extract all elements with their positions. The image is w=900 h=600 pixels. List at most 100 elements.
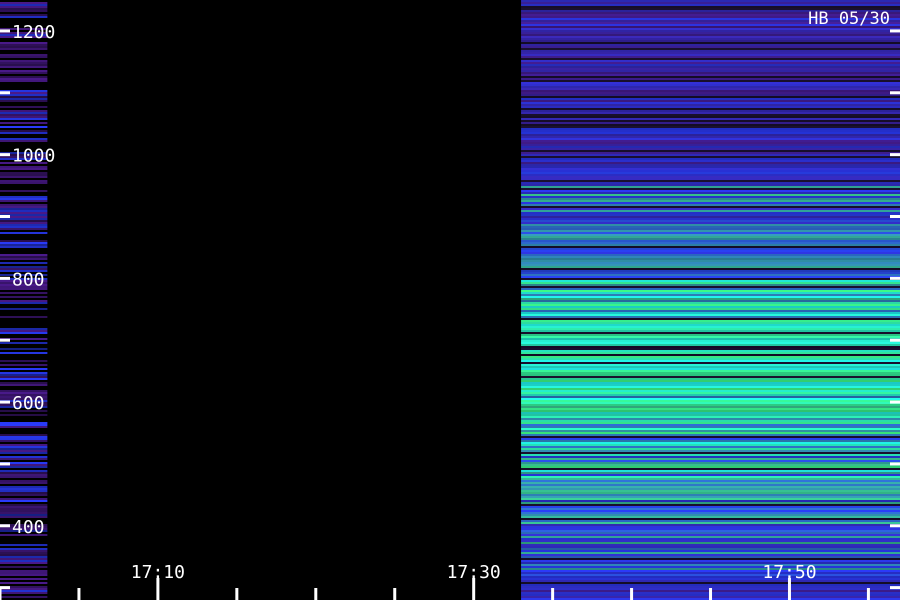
frequency-band [521,288,900,290]
frequency-band [0,10,48,12]
frequency-band [521,414,900,416]
frequency-band [521,112,900,114]
frequency-band [521,560,900,562]
frequency-band [521,302,900,304]
frequency-band [0,506,48,508]
frequency-band [521,382,900,384]
frequency-band [521,148,900,150]
frequency-band [0,2,48,4]
frequency-band [0,372,48,374]
frequency-band [0,424,48,426]
frequency-band [521,390,900,392]
frequency-band [521,80,900,82]
frequency-band [521,518,900,520]
frequency-band [0,266,48,268]
frequency-band [0,190,48,192]
frequency-band [521,402,900,404]
frequency-band [0,8,48,10]
frequency-band [0,548,48,550]
frequency-band [521,48,900,50]
frequency-band [0,514,48,516]
frequency-band [0,258,48,260]
frequency-band [521,128,900,130]
frequency-band [521,200,900,202]
frequency-band [0,132,48,134]
frequency-band [521,428,900,430]
frequency-band [0,590,48,592]
frequency-band [521,454,900,456]
frequency-band [521,486,900,488]
frequency-band [521,564,900,566]
frequency-band [0,122,48,124]
frequency-band [521,68,900,70]
frequency-band [0,450,48,452]
frequency-band [521,116,900,118]
frequency-band [521,394,900,396]
frequency-band [0,378,48,380]
frequency-band [521,252,900,254]
frequency-band [521,6,900,8]
frequency-band [521,568,900,570]
frequency-band [521,118,900,120]
frequency-band [0,222,48,224]
frequency-band [521,172,900,174]
frequency-band [521,234,900,236]
frequency-band [521,540,900,542]
frequency-band [521,366,900,368]
frequency-band [0,444,48,446]
frequency-band [521,360,900,362]
frequency-band [521,86,900,88]
frequency-band [521,484,900,486]
frequency-band [0,486,48,488]
frequency-band [521,528,900,530]
frequency-band [521,520,900,522]
frequency-band [521,158,900,160]
frequency-band [0,592,48,594]
frequency-band [0,544,48,546]
frequency-band [521,558,900,560]
frequency-band [521,110,900,112]
y-tick-label: 1200 [12,22,55,43]
frequency-band [521,294,900,296]
frequency-band [0,390,48,392]
frequency-band [0,244,48,246]
frequency-band [521,60,900,62]
frequency-band [521,370,900,372]
frequency-band [521,356,900,358]
frequency-band [521,206,900,208]
frequency-band [0,368,48,370]
frequency-band [0,452,48,454]
frequency-band [521,212,900,214]
frequency-band [521,84,900,86]
frequency-band [0,316,48,318]
y-tick-label: 400 [12,517,45,538]
frequency-band [0,80,48,82]
frequency-band [521,566,900,568]
frequency-band [521,30,900,32]
frequency-band [521,388,900,390]
frequency-band [521,256,900,258]
frequency-band [521,82,900,84]
frequency-band [0,4,48,6]
frequency-band [521,466,900,468]
frequency-band [521,426,900,428]
frequency-band [0,512,48,514]
frequency-band [521,150,900,152]
frequency-band [521,222,900,224]
frequency-band [521,480,900,482]
frequency-band [0,168,48,170]
frequency-band [521,552,900,554]
frequency-band [521,244,900,246]
frequency-band [0,44,48,46]
frequency-band [521,474,900,476]
band-segment-high [521,0,900,600]
frequency-band [521,92,900,94]
frequency-band [521,90,900,92]
frequency-band [521,298,900,300]
frequency-band [521,482,900,484]
frequency-band [521,164,900,166]
frequency-band [521,320,900,322]
frequency-band [0,262,48,264]
frequency-band [521,264,900,266]
frequency-band [521,170,900,172]
